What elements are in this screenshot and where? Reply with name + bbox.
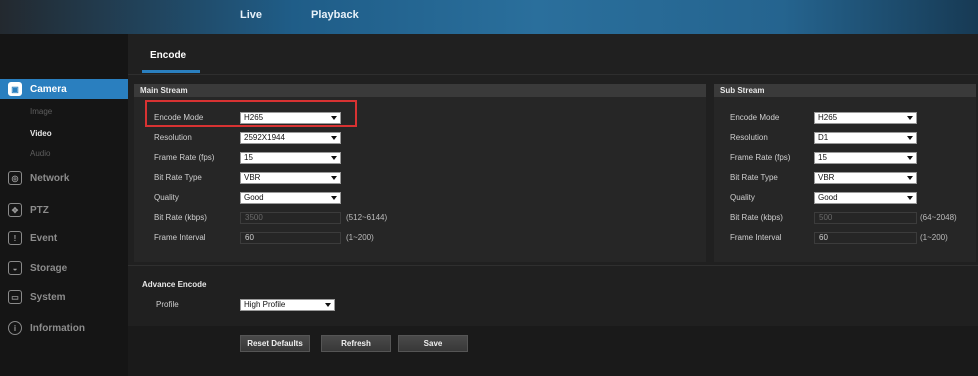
sidebar-item-label: Camera [30,83,67,95]
tab-playback[interactable]: Playback [311,9,359,21]
sidebar-subitem-video[interactable]: Video [30,129,52,138]
sidebar-item-label: Storage [30,262,68,274]
sidebar-item-label: PTZ [30,204,49,216]
event-icon: ! [8,231,22,245]
sub-bit-rate-range: (64~2048) [920,213,957,222]
section-divider [128,265,978,266]
tab-live[interactable]: Live [240,9,262,21]
sidebar-item-label: Network [30,172,70,184]
main-quality-label: Quality [154,193,179,202]
profile-select[interactable]: High Profile [240,299,335,311]
sidebar: ▣ Camera Image Video Audio ◎ Network ✥ P… [0,34,136,376]
sub-bit-rate-type-label: Bit Rate Type [730,173,778,182]
tab-encode[interactable]: Encode [150,50,186,61]
reset-defaults-button[interactable]: Reset Defaults [240,335,310,352]
main-resolution-label: Resolution [154,133,192,142]
main-stream-title: Main Stream [134,84,706,97]
dropdown-arrow-icon [331,156,337,160]
main-frame-interval-label: Frame Interval [154,233,206,242]
sidebar-subitem-audio[interactable]: Audio [30,149,50,158]
sidebar-item-storage[interactable]: ◒ Storage [0,258,128,278]
sidebar-item-camera[interactable]: ▣ Camera [0,79,136,99]
sub-frame-rate-label: Frame Rate (fps) [730,153,791,162]
main-resolution-select[interactable]: 2592X1944 [240,132,341,144]
refresh-button[interactable]: Refresh [321,335,391,352]
encode-mode-highlight-box [145,100,357,127]
sub-frame-interval-range: (1~200) [920,233,948,242]
sub-bit-rate-input[interactable]: 500 [814,212,917,224]
main-frame-rate-label: Frame Rate (fps) [154,153,215,162]
sub-bit-rate-type-select[interactable]: VBR [814,172,917,184]
dropdown-arrow-icon [907,176,913,180]
main-frame-interval-range: (1~200) [346,233,374,242]
sub-frame-rate-select[interactable]: 15 [814,152,917,164]
profile-label: Profile [156,300,179,309]
dropdown-arrow-icon [907,196,913,200]
sidebar-item-network[interactable]: ◎ Network [0,168,128,188]
sub-encode-mode-label: Encode Mode [730,113,780,122]
sub-stream-title: Sub Stream [714,84,976,97]
main-quality-select[interactable]: Good [240,192,341,204]
dropdown-arrow-icon [325,303,331,307]
sidebar-item-information[interactable]: i Information [0,318,128,338]
sidebar-item-label: Event [30,232,58,244]
main-bit-rate-type-select[interactable]: VBR [240,172,341,184]
sub-bit-rate-label: Bit Rate (kbps) [730,213,783,222]
storage-icon: ◒ [8,261,22,275]
dropdown-arrow-icon [331,136,337,140]
top-nav-bar: Live Playback [0,0,978,34]
main-frame-interval-input[interactable]: 60 [240,232,341,244]
ptz-icon: ✥ [8,203,22,217]
content-area: Encode Main Stream Sub Stream Encode Mod… [128,34,978,376]
sub-frame-interval-label: Frame Interval [730,233,782,242]
dropdown-arrow-icon [907,136,913,140]
camera-icon: ▣ [8,82,22,96]
sidebar-subitem-image[interactable]: Image [30,107,52,116]
advance-encode-title: Advance Encode [142,280,207,289]
dropdown-arrow-icon [907,116,913,120]
sub-quality-select[interactable]: Good [814,192,917,204]
sidebar-item-system[interactable]: ▭ System [0,287,128,307]
info-icon: i [8,321,22,335]
save-button[interactable]: Save [398,335,468,352]
sub-resolution-label: Resolution [730,133,768,142]
globe-icon: ◎ [8,171,22,185]
dropdown-arrow-icon [331,196,337,200]
dropdown-arrow-icon [331,176,337,180]
tab-divider [128,74,978,75]
system-icon: ▭ [8,290,22,304]
main-bit-rate-type-label: Bit Rate Type [154,173,202,182]
sidebar-item-event[interactable]: ! Event [0,228,128,248]
dropdown-arrow-icon [907,156,913,160]
sidebar-item-label: System [30,291,66,303]
main-bit-rate-label: Bit Rate (kbps) [154,213,207,222]
main-bit-rate-input[interactable]: 3500 [240,212,341,224]
active-tab-indicator [142,70,200,73]
sub-encode-mode-select[interactable]: H265 [814,112,917,124]
sub-frame-interval-input[interactable]: 60 [814,232,917,244]
sidebar-item-label: Information [30,322,85,334]
sub-resolution-select[interactable]: D1 [814,132,917,144]
main-frame-rate-select[interactable]: 15 [240,152,341,164]
sidebar-item-ptz[interactable]: ✥ PTZ [0,200,128,220]
sub-quality-label: Quality [730,193,755,202]
main-bit-rate-range: (512~6144) [346,213,388,222]
